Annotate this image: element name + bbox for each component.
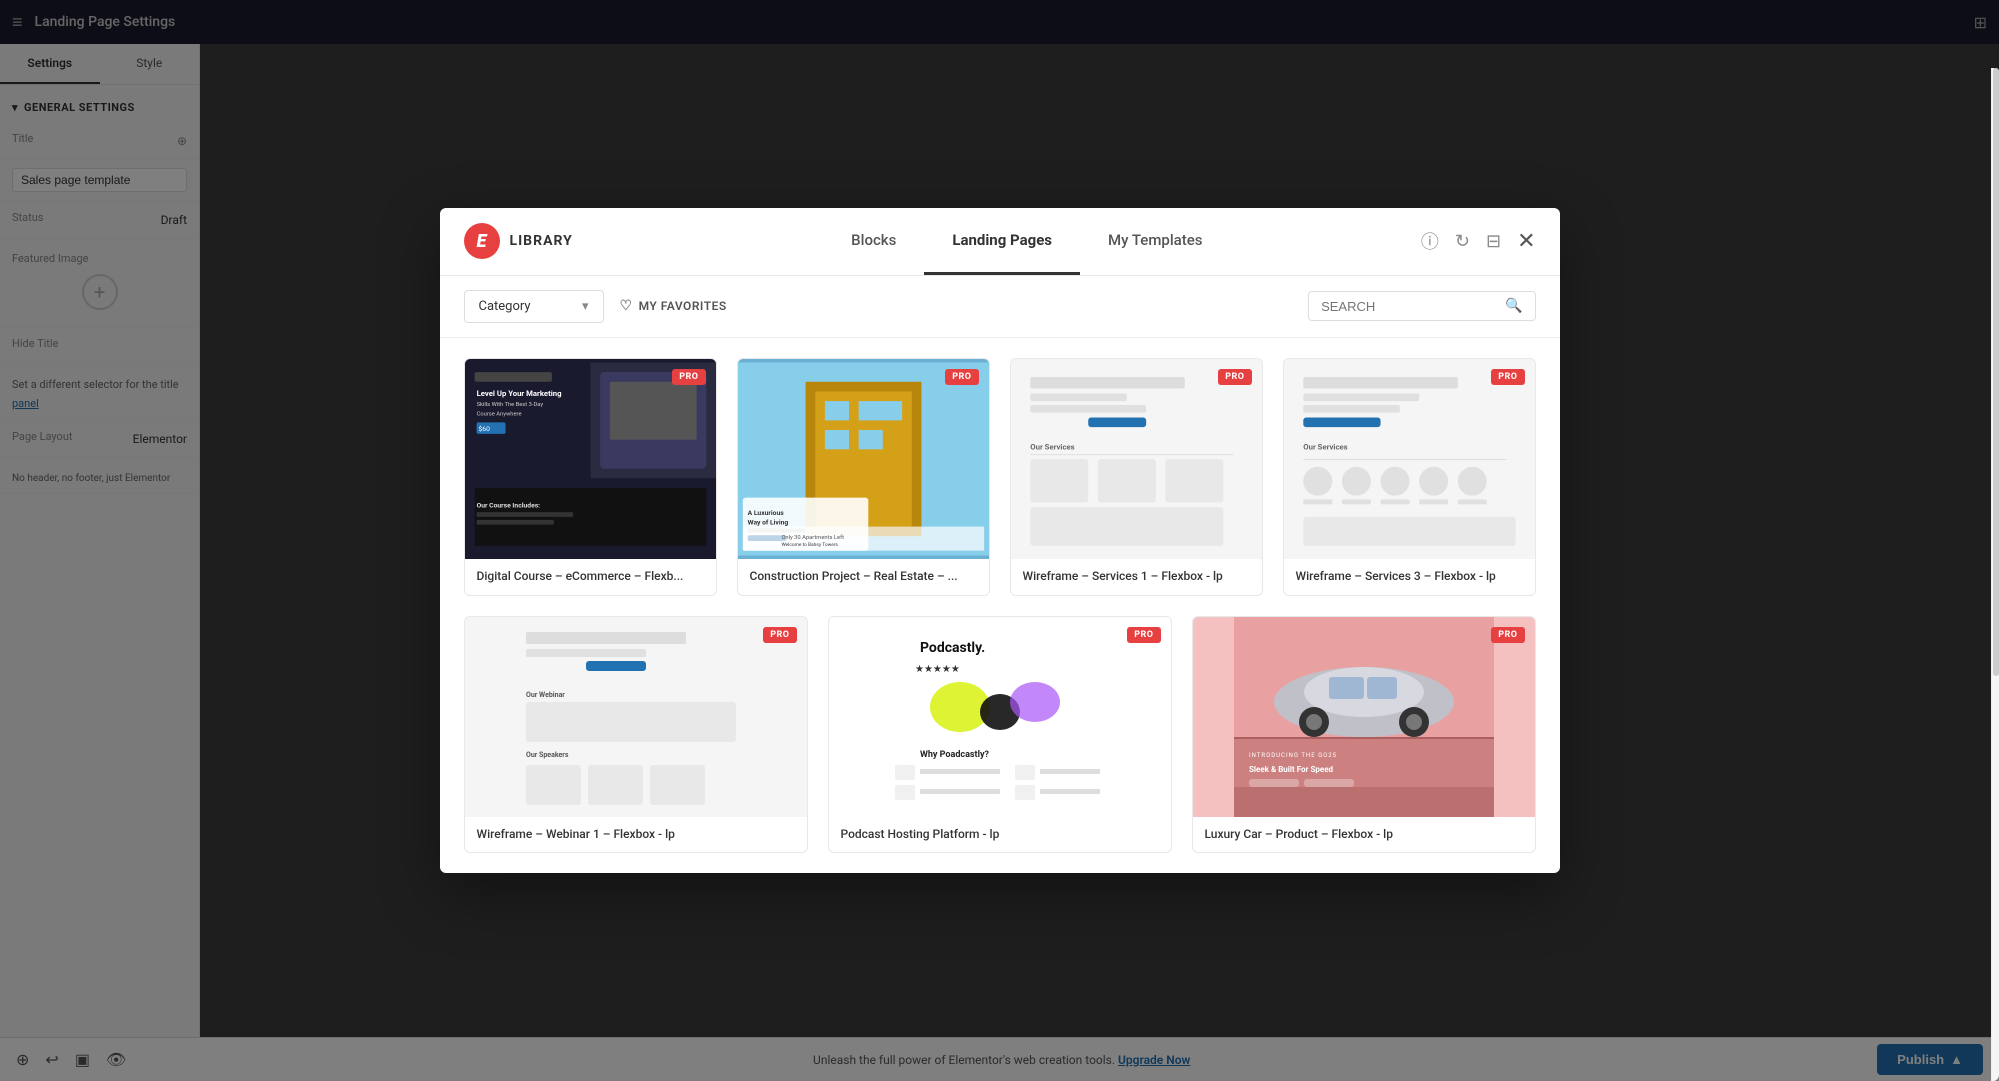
search-icon: 🔍	[1505, 298, 1522, 314]
template-label-wireframe-services1: Wireframe – Services 1 – Flexbox - lp	[1011, 559, 1262, 595]
svg-text:Why Poadcastly?: Why Poadcastly?	[920, 750, 989, 760]
pro-badge: PRO	[945, 369, 978, 385]
chevron-down-icon: ▾	[582, 299, 589, 314]
template-card-luxury-car[interactable]: PRO	[1192, 616, 1536, 854]
svg-text:Way of Living: Way of Living	[747, 519, 788, 527]
svg-text:Our Speakers: Our Speakers	[526, 751, 569, 759]
svg-text:Course Anywhere: Course Anywhere	[476, 411, 521, 417]
template-thumb-podcast: PRO Podcastly. ★★★★★ Why	[829, 617, 1171, 817]
modal-content: PRO Level Up Your Marketing Skills With …	[440, 338, 1560, 873]
svg-text:Skills With The Best 3-Day: Skills With The Best 3-Day	[476, 402, 543, 408]
search-input[interactable]	[1321, 299, 1497, 314]
template-card-wireframe-webinar[interactable]: PRO Our Webinar Our Speakers	[464, 616, 808, 854]
svg-text:Welcome to Babsy Towers: Welcome to Babsy Towers	[781, 542, 838, 548]
close-button[interactable]: ✕	[1517, 229, 1535, 254]
template-grid-row2: PRO Our Webinar Our Speakers	[464, 616, 1536, 854]
template-label-wireframe-services3: Wireframe – Services 3 – Flexbox - lp	[1284, 559, 1535, 595]
svg-text:Level Up Your Marketing: Level Up Your Marketing	[476, 389, 561, 398]
template-card-wireframe-services3[interactable]: PRO Our Services	[1283, 358, 1536, 596]
template-label-luxury-car: Luxury Car – Product – Flexbox - lp	[1193, 817, 1535, 853]
search-box: 🔍	[1308, 291, 1535, 321]
svg-text:A Luxurious: A Luxurious	[747, 509, 784, 517]
modal-header-actions: ⓘ ↻ ⊟ ✕	[1421, 228, 1536, 254]
svg-text:Our Services: Our Services	[1303, 442, 1347, 451]
template-card-construction[interactable]: PRO	[737, 358, 990, 596]
heart-icon: ♡	[620, 298, 633, 314]
refresh-icon[interactable]: ↻	[1455, 231, 1470, 252]
svg-text:$60: $60	[478, 425, 490, 433]
template-grid-row1: PRO Level Up Your Marketing Skills With …	[464, 358, 1536, 596]
pro-badge: PRO	[763, 627, 796, 643]
favorites-label: MY FAVORITES	[639, 299, 727, 313]
modal-toolbar: Category ▾ ♡ MY FAVORITES 🔍	[440, 276, 1560, 338]
svg-text:★★★★★: ★★★★★	[915, 664, 960, 675]
svg-text:Podcastly.: Podcastly.	[920, 640, 985, 656]
template-thumb-wireframe-webinar: PRO Our Webinar Our Speakers	[465, 617, 807, 817]
pro-badge: PRO	[1491, 627, 1524, 643]
svg-text:Sleek & Built For Speed: Sleek & Built For Speed	[1249, 765, 1334, 774]
tab-blocks[interactable]: Blocks	[823, 208, 924, 276]
tab-landing-pages[interactable]: Landing Pages	[924, 208, 1080, 276]
template-card-digital-course[interactable]: PRO Level Up Your Marketing Skills With …	[464, 358, 717, 596]
library-title: LIBRARY	[510, 233, 573, 249]
template-thumb-construction: PRO	[738, 359, 989, 559]
save-icon[interactable]: ⊟	[1486, 231, 1501, 252]
category-label: Category	[479, 299, 531, 314]
template-label-podcast: Podcast Hosting Platform - lp	[829, 817, 1171, 853]
pro-badge: PRO	[672, 369, 705, 385]
svg-text:INTRODUCING THE GO25: INTRODUCING THE GO25	[1249, 752, 1337, 759]
library-logo: E	[464, 223, 500, 259]
tab-my-templates[interactable]: My Templates	[1080, 208, 1230, 276]
pro-badge: PRO	[1218, 369, 1251, 385]
modal-overlay: E LIBRARY Blocks Landing Pages My Templa…	[0, 0, 1999, 1081]
library-modal: E LIBRARY Blocks Landing Pages My Templa…	[440, 208, 1560, 873]
template-thumb-wireframe-services1: PRO Our Services	[1011, 359, 1262, 559]
pro-badge: PRO	[1127, 627, 1160, 643]
svg-text:Only 30 Apartments Left: Only 30 Apartments Left	[781, 534, 844, 541]
template-thumb-wireframe-services3: PRO Our Services	[1284, 359, 1535, 559]
svg-text:Our Course Includes:: Our Course Includes:	[476, 501, 540, 509]
template-label-construction: Construction Project – Real Estate – ...	[738, 559, 989, 595]
svg-text:Our Services: Our Services	[1030, 442, 1074, 451]
template-label-digital-course: Digital Course – eCommerce – Flexb...	[465, 559, 716, 595]
category-dropdown[interactable]: Category ▾	[464, 290, 604, 323]
template-label-wireframe-webinar: Wireframe – Webinar 1 – Flexbox - lp	[465, 817, 807, 853]
modal-header: E LIBRARY Blocks Landing Pages My Templa…	[440, 208, 1560, 276]
template-card-wireframe-services1[interactable]: PRO Our Services	[1010, 358, 1263, 596]
info-icon[interactable]: ⓘ	[1421, 228, 1439, 254]
svg-text:Our Webinar: Our Webinar	[526, 691, 565, 699]
pro-badge: PRO	[1491, 369, 1524, 385]
favorites-button[interactable]: ♡ MY FAVORITES	[620, 298, 727, 314]
template-card-podcast[interactable]: PRO Podcastly. ★★★★★ Why	[828, 616, 1172, 854]
template-thumb-digital-course: PRO Level Up Your Marketing Skills With …	[465, 359, 716, 559]
modal-tabs: Blocks Landing Pages My Templates	[633, 208, 1421, 276]
template-thumb-luxury-car: PRO	[1193, 617, 1535, 817]
